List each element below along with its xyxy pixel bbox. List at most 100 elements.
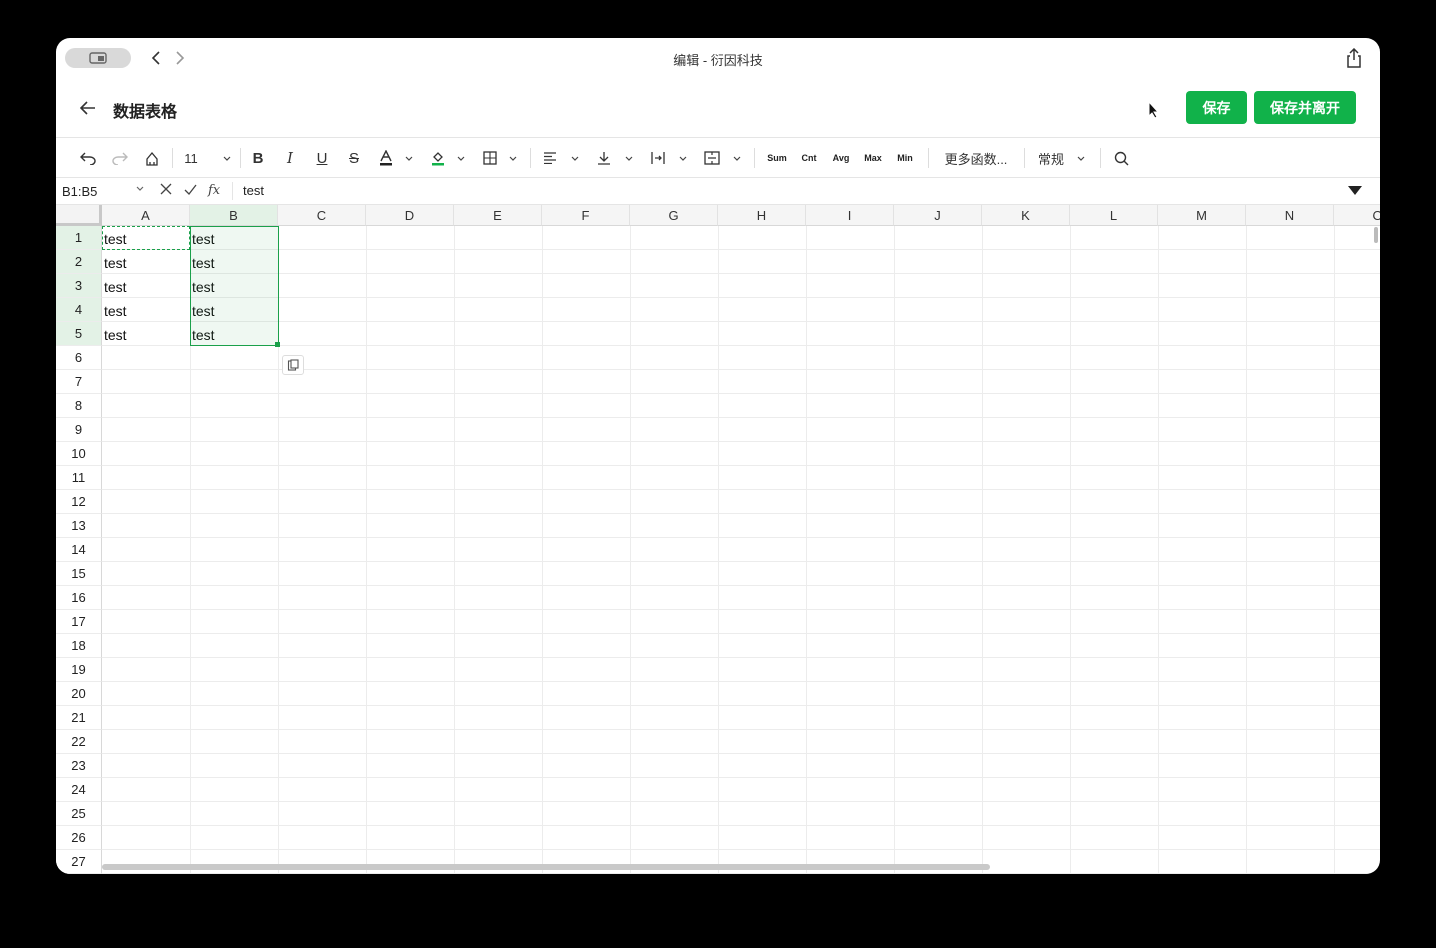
share-button[interactable]	[1344, 47, 1364, 69]
spreadsheet-grid[interactable]: A B C D E F G H I J K L M N O 1 2 3 4 5 6 7 8 9 10 11 12 13 14 15 16 17…	[56, 205, 1380, 874]
vertical-scrollbar[interactable]	[1374, 227, 1378, 243]
underline-icon: U	[316, 149, 328, 167]
row-header-5[interactable]: 5	[56, 322, 102, 346]
page-title: 数据表格	[113, 104, 178, 121]
row-header-16[interactable]: 16	[56, 586, 102, 610]
save-button[interactable]: 保存	[1186, 91, 1247, 124]
row-header-27[interactable]: 27	[56, 850, 102, 874]
column-header-g[interactable]: G	[630, 205, 718, 226]
row-header-15[interactable]: 15	[56, 562, 102, 586]
underline-button[interactable]: U	[314, 148, 330, 168]
vertical-align-button[interactable]	[596, 148, 612, 168]
bold-button[interactable]: B	[250, 148, 266, 168]
row-header-13[interactable]: 13	[56, 514, 102, 538]
row-header-22[interactable]: 22	[56, 730, 102, 754]
font-size-dropdown[interactable]	[222, 148, 232, 168]
row-header-21[interactable]: 21	[56, 706, 102, 730]
row-header-7[interactable]: 7	[56, 370, 102, 394]
redo-button[interactable]	[110, 148, 130, 168]
expand-formula-bar-button[interactable]	[1348, 186, 1362, 195]
fill-color-dropdown[interactable]	[456, 148, 466, 168]
horizontal-align-dropdown[interactable]	[570, 148, 580, 168]
column-header-f[interactable]: F	[542, 205, 630, 226]
paste-options-button[interactable]	[282, 355, 304, 375]
function-average-button[interactable]: Avg	[830, 148, 852, 168]
cell-a2[interactable]: test	[102, 250, 190, 274]
formula-bar: B1:B5 fx test	[56, 178, 1380, 205]
strikethrough-button[interactable]: S	[346, 148, 362, 168]
borders-dropdown[interactable]	[508, 148, 518, 168]
cell-a5[interactable]: test	[102, 322, 190, 346]
column-header-i[interactable]: I	[806, 205, 894, 226]
text-wrap-dropdown[interactable]	[678, 148, 688, 168]
row-header-14[interactable]: 14	[56, 538, 102, 562]
row-header-20[interactable]: 20	[56, 682, 102, 706]
row-header-24[interactable]: 24	[56, 778, 102, 802]
name-box[interactable]: B1:B5	[62, 184, 97, 199]
more-functions-button[interactable]: 更多函数...	[940, 148, 1012, 168]
row-header-9[interactable]: 9	[56, 418, 102, 442]
column-header-m[interactable]: M	[1158, 205, 1246, 226]
row-header-12[interactable]: 12	[56, 490, 102, 514]
row-header-3[interactable]: 3	[56, 274, 102, 298]
row-header-1[interactable]: 1	[56, 226, 102, 250]
app-header: 数据表格 保存 保存并离开	[56, 78, 1380, 138]
insert-function-button[interactable]: fx	[208, 183, 220, 198]
column-header-c[interactable]: C	[278, 205, 366, 226]
italic-button[interactable]: I	[282, 148, 298, 168]
cell-a3[interactable]: test	[102, 274, 190, 298]
vertical-align-dropdown[interactable]	[624, 148, 634, 168]
row-header-17[interactable]: 17	[56, 610, 102, 634]
column-header-l[interactable]: L	[1070, 205, 1158, 226]
row-header-6[interactable]: 6	[56, 346, 102, 370]
row-header-25[interactable]: 25	[56, 802, 102, 826]
column-header-n[interactable]: N	[1246, 205, 1334, 226]
number-format-value[interactable]: 常规	[1036, 148, 1066, 168]
column-header-e[interactable]: E	[454, 205, 542, 226]
row-header-18[interactable]: 18	[56, 634, 102, 658]
select-all-corner[interactable]	[56, 205, 102, 226]
function-count-button[interactable]: Cnt	[798, 148, 820, 168]
number-format-dropdown[interactable]	[1076, 148, 1086, 168]
toolbar: 11 B I U S Sum Cnt Avg Max Min 更多函数... 常…	[56, 139, 1380, 178]
formula-input[interactable]: test	[243, 183, 264, 198]
font-color-button[interactable]	[378, 148, 394, 168]
format-painter-button[interactable]	[142, 148, 162, 168]
horizontal-scrollbar[interactable]	[102, 864, 990, 870]
back-button[interactable]	[78, 98, 98, 118]
borders-button[interactable]	[482, 148, 498, 168]
font-color-dropdown[interactable]	[404, 148, 414, 168]
row-header-10[interactable]: 10	[56, 442, 102, 466]
name-box-dropdown[interactable]	[136, 184, 144, 193]
column-header-d[interactable]: D	[366, 205, 454, 226]
horizontal-align-button[interactable]	[542, 148, 558, 168]
text-wrap-button[interactable]	[650, 148, 666, 168]
merge-cells-button[interactable]	[704, 148, 720, 168]
search-button[interactable]	[1112, 148, 1130, 168]
row-header-26[interactable]: 26	[56, 826, 102, 850]
row-header-4[interactable]: 4	[56, 298, 102, 322]
column-header-j[interactable]: J	[894, 205, 982, 226]
row-header-8[interactable]: 8	[56, 394, 102, 418]
row-header-11[interactable]: 11	[56, 466, 102, 490]
column-header-o[interactable]: O	[1334, 205, 1380, 226]
row-header-2[interactable]: 2	[56, 250, 102, 274]
row-header-23[interactable]: 23	[56, 754, 102, 778]
borders-icon	[483, 151, 497, 165]
undo-button[interactable]	[78, 148, 98, 168]
cancel-edit-button[interactable]	[160, 183, 172, 198]
function-max-button[interactable]: Max	[862, 148, 884, 168]
function-sum-button[interactable]: Sum	[766, 148, 788, 168]
column-header-k[interactable]: K	[982, 205, 1070, 226]
save-and-leave-button[interactable]: 保存并离开	[1254, 91, 1356, 124]
column-header-h[interactable]: H	[718, 205, 806, 226]
merge-cells-dropdown[interactable]	[732, 148, 742, 168]
column-header-a[interactable]: A	[102, 205, 190, 226]
confirm-edit-button[interactable]	[184, 183, 197, 198]
row-header-19[interactable]: 19	[56, 658, 102, 682]
fill-color-button[interactable]	[430, 148, 446, 168]
function-min-button[interactable]: Min	[894, 148, 916, 168]
fill-handle[interactable]	[275, 342, 280, 347]
column-header-b[interactable]: B	[190, 205, 278, 226]
cell-a4[interactable]: test	[102, 298, 190, 322]
